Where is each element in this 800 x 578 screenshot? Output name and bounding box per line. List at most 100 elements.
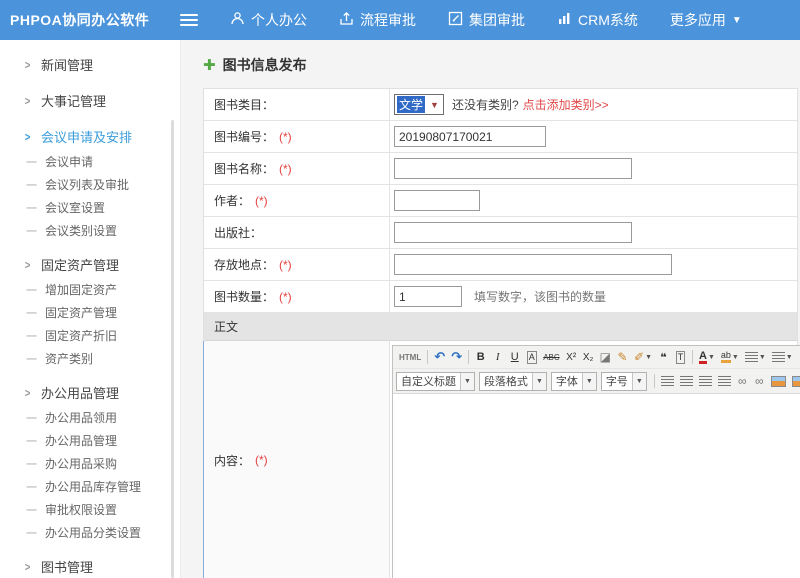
category-label: 图书类目：: [214, 96, 274, 113]
sidebar-subitem-3-0[interactable]: 一增加固定资产: [0, 278, 180, 301]
nav-item-group-approval[interactable]: 集团审批: [448, 10, 525, 30]
undo-button[interactable]: ↶: [432, 349, 447, 366]
pastetext-button[interactable]: T: [673, 349, 688, 366]
chevron-right-icon: >: [25, 560, 31, 574]
sidebar-subitem-4-1[interactable]: 一办公用品管理: [0, 429, 180, 452]
sidebar-item-4[interactable]: >办公用品管理: [0, 379, 180, 406]
storage-place-input[interactable]: [394, 254, 672, 275]
toolbar-separator: [427, 350, 428, 364]
sidebar-group: >图书管理一新建图书一图书管理: [0, 553, 180, 578]
dash-icon: 一: [26, 410, 37, 426]
form-row-book-quantity: 图书数量：(*)填写数字，该图书的数量: [204, 281, 797, 313]
dash-icon: 一: [26, 479, 37, 495]
undo-icon: ↶: [434, 349, 445, 365]
sidebar-subitem-3-2[interactable]: 一固定资产折旧: [0, 324, 180, 347]
content-label: 内容：: [214, 452, 250, 469]
justify-icon: [718, 376, 731, 387]
editor-content-area[interactable]: [393, 394, 800, 578]
align-right-button[interactable]: [697, 373, 714, 390]
book-name-input[interactable]: [394, 158, 632, 179]
top-bar: PHPOA协同办公软件 个人办公 流程审批 集团审批 CRM系统 更多应用▼: [0, 0, 800, 40]
align-center-button[interactable]: [678, 373, 695, 390]
ordered-list-button[interactable]: ▼: [743, 349, 768, 366]
highlight-button[interactable]: ab▼: [719, 349, 741, 366]
custom-title-select[interactable]: 自定义标题▼: [396, 372, 475, 391]
underline-button[interactable]: U: [507, 349, 522, 366]
autotype-button[interactable]: A: [524, 349, 539, 366]
category-select[interactable]: 文学 ▼: [394, 94, 444, 115]
sidebar-scrollbar[interactable]: [171, 120, 174, 578]
unordered-list-icon: [772, 352, 785, 363]
publisher-input[interactable]: [394, 222, 632, 243]
redo-button[interactable]: ↷: [449, 349, 464, 366]
paragraph-format-select[interactable]: 段落格式▼: [479, 372, 547, 391]
sidebar: >新闻管理 >大事记管理 >会议申请及安排一会议申请一会议列表及审批一会议室设置一会…: [0, 40, 181, 578]
sidebar-subitem-2-1[interactable]: 一会议列表及审批: [0, 173, 180, 196]
sidebar-subitem-4-3[interactable]: 一办公用品库存管理: [0, 475, 180, 498]
italic-button[interactable]: I: [490, 349, 505, 366]
select-label: 段落格式: [480, 373, 532, 389]
sidebar-subitem-label: 办公用品分类设置: [45, 524, 141, 541]
superscript-button[interactable]: X²: [564, 349, 579, 366]
clearformat-icon: ✎: [617, 350, 627, 364]
sidebar-subitem-4-2[interactable]: 一办公用品采购: [0, 452, 180, 475]
fontcolor-button[interactable]: A▼: [697, 349, 717, 366]
book-number-label: 图书编号：: [214, 128, 274, 145]
sidebar-subitem-3-1[interactable]: 一固定资产管理: [0, 301, 180, 324]
sidebar-item-2[interactable]: >会议申请及安排: [0, 123, 180, 150]
add-category-link[interactable]: 点击添加类别>>: [523, 96, 609, 113]
subscript-icon: X₂: [583, 352, 594, 363]
chevron-right-icon: >: [25, 386, 31, 400]
sidebar-subitem-4-0[interactable]: 一办公用品领用: [0, 406, 180, 429]
dash-icon: 一: [26, 154, 37, 170]
book-quantity-input[interactable]: [394, 286, 462, 307]
edit-icon: [448, 11, 469, 29]
dash-icon: 一: [26, 525, 37, 541]
nav-item-crm-system[interactable]: CRM系统: [557, 10, 638, 30]
strikethrough-button[interactable]: ABC: [541, 349, 561, 366]
nav-item-personal-office[interactable]: 个人办公: [230, 10, 307, 30]
unlink-button[interactable]: ∞: [752, 373, 767, 390]
sidebar-item-1[interactable]: >大事记管理: [0, 87, 180, 114]
font-family-select[interactable]: 字体▼: [551, 372, 597, 391]
author-input[interactable]: [394, 190, 480, 211]
sidebar-subitem-2-0[interactable]: 一会议申请: [0, 150, 180, 173]
paintformat-button[interactable]: ✐▼: [632, 349, 654, 366]
book-number-input[interactable]: [394, 126, 546, 147]
html-source-button[interactable]: HTML: [397, 349, 423, 366]
link-button[interactable]: ∞: [735, 373, 750, 390]
justify-button[interactable]: [716, 373, 733, 390]
font-size-select[interactable]: 字号▼: [601, 372, 647, 391]
align-left-button[interactable]: [659, 373, 676, 390]
paintformat-icon: ✐: [634, 350, 644, 364]
sidebar-item-3[interactable]: >固定资产管理: [0, 251, 180, 278]
image-add-button[interactable]: [790, 373, 800, 390]
select-label: 字号: [602, 373, 632, 389]
sidebar-subitem-3-3[interactable]: 一资产类别: [0, 347, 180, 370]
bold-button[interactable]: B: [473, 349, 488, 366]
nav-item-more-apps[interactable]: 更多应用▼: [670, 10, 742, 30]
sidebar-subitem-4-4[interactable]: 一审批权限设置: [0, 498, 180, 521]
clearformat-button[interactable]: ✎: [615, 349, 630, 366]
form-row-book-name: 图书名称：(*): [204, 153, 797, 185]
align-right-icon: [699, 376, 712, 387]
sidebar-item-0[interactable]: >新闻管理: [0, 51, 180, 78]
sidebar-subitem-4-5[interactable]: 一办公用品分类设置: [0, 521, 180, 544]
dash-icon: 一: [26, 177, 37, 193]
sidebar-subitem-label: 资产类别: [45, 350, 93, 367]
app-logo: PHPOA协同办公软件: [0, 10, 180, 30]
sidebar-subitem-2-3[interactable]: 一会议类别设置: [0, 219, 180, 242]
eraser-button[interactable]: ◪: [598, 349, 613, 366]
sidebar-subitem-2-2[interactable]: 一会议室设置: [0, 196, 180, 219]
sidebar-group: >固定资产管理一增加固定资产一固定资产管理一固定资产折旧一资产类别: [0, 251, 180, 370]
sidebar-item-5[interactable]: >图书管理: [0, 553, 180, 578]
unordered-list-button[interactable]: ▼: [770, 349, 795, 366]
menu-toggle-icon[interactable]: [180, 11, 198, 29]
nav-item-workflow-approval[interactable]: 流程审批: [339, 10, 416, 30]
image-button[interactable]: [769, 373, 788, 390]
blockquote-button[interactable]: ❝: [656, 349, 671, 366]
subscript-button[interactable]: X₂: [581, 349, 596, 366]
book-form: 图书类目： 文学 ▼ 还没有类别? 点击添加类别>> 图书编号：(*)图书名称：…: [203, 88, 798, 578]
strikethrough-icon: ABC: [543, 353, 559, 362]
required-marker: (*): [279, 290, 292, 304]
